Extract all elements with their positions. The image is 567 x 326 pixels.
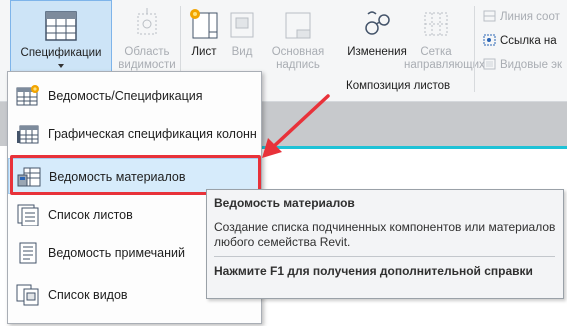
chevron-down-icon (58, 64, 64, 68)
schedules-button-label: Спецификации (20, 47, 102, 59)
scope-box-icon (132, 8, 162, 40)
guide-grid-button[interactable]: Сетка направляющих (404, 0, 485, 76)
schedule-table-icon (45, 11, 77, 41)
menu-item-label: Ведомость/Спецификация (48, 89, 203, 103)
menu-item-schedule-quantities[interactable]: Ведомость/Спецификация (8, 78, 261, 114)
revisions-icon (362, 8, 392, 40)
view-label: Вид (231, 46, 253, 58)
sheet-label: Лист (191, 46, 217, 58)
tooltip-material-takeoff: Ведомость материалов Создание списка под… (206, 189, 564, 299)
schedule-quantities-icon (16, 85, 40, 107)
tooltip-title: Ведомость материалов (214, 196, 355, 210)
panel-label-sheet-composition: Композиция листов (346, 80, 451, 92)
guide-grid-label: Сетка направляющих (404, 46, 485, 71)
viewports-label: Видовые эк (500, 59, 563, 71)
menu-item-label: Список листов (48, 208, 133, 222)
matchline-label: Линия соот (500, 11, 560, 23)
red-arrow-annotation (262, 94, 330, 158)
tooltip-description: Создание списка подчиненных компонентов … (214, 220, 556, 249)
new-sheet-icon (189, 8, 219, 40)
scope-box-label: Область видимости (118, 46, 176, 71)
view-reference-button[interactable]: Ссылка на (483, 34, 557, 47)
view-list-icon (16, 284, 40, 306)
title-block-label: Основная надпись (271, 46, 325, 71)
graphical-column-schedule-icon (16, 123, 40, 145)
note-block-icon (16, 242, 40, 264)
menu-item-label: Ведомость примечаний (48, 246, 185, 260)
place-view-icon (228, 8, 256, 40)
title-block-button[interactable]: Основная надпись (260, 0, 336, 76)
matchline-button[interactable]: Линия соот (483, 10, 560, 23)
tooltip-help-hint: Нажмите F1 для получения дополнительной … (214, 264, 533, 278)
menu-item-label: Список видов (48, 288, 128, 302)
viewports-button[interactable]: Видовые эк (483, 58, 562, 71)
view-reference-label: Ссылка на (500, 35, 557, 47)
sheet-list-icon (16, 204, 40, 226)
schedules-button[interactable]: Спецификации (10, 0, 112, 76)
view-button[interactable]: Вид (226, 0, 258, 76)
view-reference-icon (483, 34, 496, 46)
viewports-icon (483, 58, 496, 70)
menu-item-label: Графическая спецификация колонн (48, 127, 257, 141)
ribbon-separator (474, 6, 475, 92)
scope-box-button[interactable]: Область видимости (114, 0, 180, 76)
sheet-button[interactable]: Лист (183, 0, 225, 76)
guide-grid-icon (422, 8, 450, 40)
tooltip-divider (214, 256, 555, 257)
matchline-icon (483, 10, 496, 22)
title-block-icon (283, 8, 313, 40)
menu-item-graphical-column-schedule[interactable]: Графическая спецификация колонн (8, 116, 261, 152)
